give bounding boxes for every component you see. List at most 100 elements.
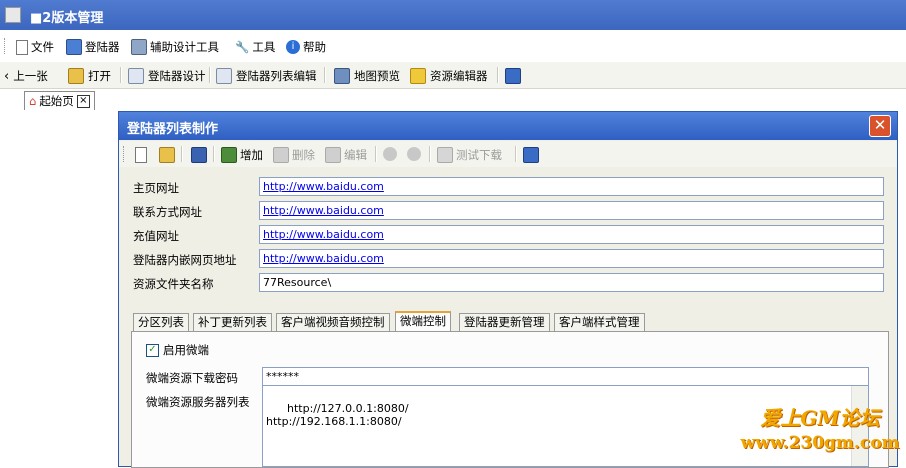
delete-button[interactable]: 删除 <box>273 147 315 163</box>
main-toolbar: ‹ 上一张 打开 登陆器设计 登陆器列表编辑 地图预览 资源编辑器 <box>0 62 906 89</box>
edit-label: 编辑 <box>344 148 367 162</box>
dialog-toolbar: 增加 删除 编辑 测试下载 <box>119 141 897 167</box>
embedded-page-url-label: 登陆器内嵌网页地址 <box>133 253 237 267</box>
add-label: 增加 <box>240 148 263 162</box>
test-download-button[interactable]: 测试下载 <box>437 147 502 163</box>
toolbar-separator <box>515 146 517 162</box>
launcher-design-button[interactable]: 登陆器设计 <box>128 68 206 84</box>
menu-tools[interactable]: 🔧 工具 <box>235 39 275 55</box>
tab-partition-list[interactable]: 分区列表 <box>133 313 189 331</box>
server-list-text: http://127.0.0.1:8080/ http://192.168.1.… <box>266 402 409 428</box>
edit-pencil-icon <box>325 147 341 163</box>
test-download-label: 测试下载 <box>456 148 502 162</box>
contact-url-label: 联系方式网址 <box>133 205 202 219</box>
chevron-left-icon: ‹ <box>4 68 10 84</box>
embedded-page-url-field[interactable]: http://www.baidu.com <box>259 249 884 268</box>
open-button[interactable]: 打开 <box>68 68 111 84</box>
map-preview-button[interactable]: 地图预览 <box>334 68 400 84</box>
monitor-icon <box>66 39 82 55</box>
open-file-button[interactable] <box>159 147 175 163</box>
menu-launcher[interactable]: 登陆器 <box>66 39 120 55</box>
back-button[interactable]: ‹ 上一张 <box>4 68 48 84</box>
menu-help[interactable]: i 帮助 <box>286 39 326 55</box>
puzzle-icon <box>410 68 426 84</box>
watermark-title: 爱上GM论坛 <box>760 406 880 430</box>
toolbar-separator <box>429 146 431 162</box>
arrow-up-icon <box>383 147 397 161</box>
tab-close-button[interactable]: × <box>76 94 90 108</box>
menu-grip[interactable] <box>4 38 8 54</box>
resource-folder-label: 资源文件夹名称 <box>133 277 214 291</box>
dialog-title: 登陆器列表制作 <box>127 122 219 137</box>
toolbar-separator <box>375 146 377 162</box>
open-folder-icon <box>159 147 175 163</box>
tab-launcher-update[interactable]: 登陆器更新管理 <box>459 313 550 331</box>
toolbar-separator <box>181 146 183 162</box>
add-row-icon <box>221 147 237 163</box>
recharge-url-field[interactable]: http://www.baidu.com <box>259 225 884 244</box>
move-down-button[interactable] <box>407 147 421 161</box>
tab-start-page-label: 起始页 <box>39 94 74 108</box>
tab-patch-update-list[interactable]: 补丁更新列表 <box>193 313 272 331</box>
delete-row-icon <box>273 147 289 163</box>
dialog-title-bar[interactable]: 登陆器列表制作 ✕ <box>119 112 897 140</box>
arrow-down-icon <box>407 147 421 161</box>
menu-design-tools-label: 辅助设计工具 <box>150 40 219 54</box>
list-icon <box>216 68 232 84</box>
tab-micro-client-control[interactable]: 微端控制 <box>395 311 451 333</box>
app-title-bar: ■2版本管理 <box>0 0 906 30</box>
add-button[interactable]: 增加 <box>221 147 263 163</box>
homepage-url-field[interactable]: http://www.baidu.com <box>259 177 884 196</box>
design-tool-icon <box>131 39 147 55</box>
resource-folder-field[interactable]: 77Resource\ <box>259 273 884 292</box>
open-folder-icon <box>68 68 84 84</box>
server-list-label: 微端资源服务器列表 <box>146 395 250 409</box>
menu-launcher-label: 登陆器 <box>85 40 120 54</box>
home-icon: ⌂ <box>29 94 37 108</box>
menu-design-tools[interactable]: 辅助设计工具 <box>131 39 219 55</box>
app-title: ■2版本管理 <box>30 11 104 26</box>
launcher-design-label: 登陆器设计 <box>148 69 206 83</box>
menu-help-label: 帮助 <box>303 40 326 54</box>
menu-bar: 文件 登陆器 辅助设计工具 🔧 工具 i 帮助 <box>0 34 906 58</box>
toolbar-separator <box>213 146 215 162</box>
workspace-background <box>0 111 118 465</box>
toolbar-separator <box>209 67 211 83</box>
back-label: 上一张 <box>13 69 48 83</box>
map-icon <box>334 68 350 84</box>
resource-editor-button[interactable]: 资源编辑器 <box>410 68 488 84</box>
forum-watermark-logo: 爱上GM论坛 www.230gm.com <box>735 402 905 453</box>
tab-client-style[interactable]: 客户端样式管理 <box>554 313 645 331</box>
file-icon <box>16 39 28 55</box>
toolbar-grip <box>123 146 124 162</box>
exit-door-icon <box>523 147 539 163</box>
new-file-icon <box>135 147 147 163</box>
download-password-label: 微端资源下载密码 <box>146 371 238 385</box>
document-tab-strip: ⌂ 起始页 × <box>0 89 906 111</box>
recharge-url-label: 充值网址 <box>133 229 179 243</box>
map-preview-label: 地图预览 <box>354 69 400 83</box>
delete-label: 删除 <box>292 148 315 162</box>
menu-tools-label: 工具 <box>252 40 276 54</box>
exit-button[interactable] <box>505 68 521 84</box>
app-icon <box>5 7 21 23</box>
download-icon <box>437 147 453 163</box>
contact-url-field[interactable]: http://www.baidu.com <box>259 201 884 220</box>
menu-file[interactable]: 文件 <box>16 39 54 55</box>
save-icon <box>191 147 207 163</box>
menu-file-label: 文件 <box>31 40 54 54</box>
enable-micro-client-checkbox[interactable]: ✓ 启用微端 <box>146 342 209 358</box>
edit-button[interactable]: 编辑 <box>325 147 367 163</box>
move-up-button[interactable] <box>383 147 397 161</box>
tab-client-av-control[interactable]: 客户端视频音频控制 <box>276 313 390 331</box>
help-icon: i <box>286 40 300 54</box>
dialog-close-button[interactable]: ✕ <box>869 115 891 137</box>
launcher-list-edit-button[interactable]: 登陆器列表编辑 <box>216 68 317 84</box>
open-label: 打开 <box>88 69 111 83</box>
dialog-exit-button[interactable] <box>523 147 539 163</box>
save-button[interactable] <box>191 147 207 163</box>
exit-door-icon <box>505 68 521 84</box>
tab-start-page[interactable]: ⌂ 起始页 × <box>24 91 95 110</box>
new-button[interactable] <box>135 147 147 163</box>
download-password-field[interactable]: ****** <box>262 367 869 386</box>
